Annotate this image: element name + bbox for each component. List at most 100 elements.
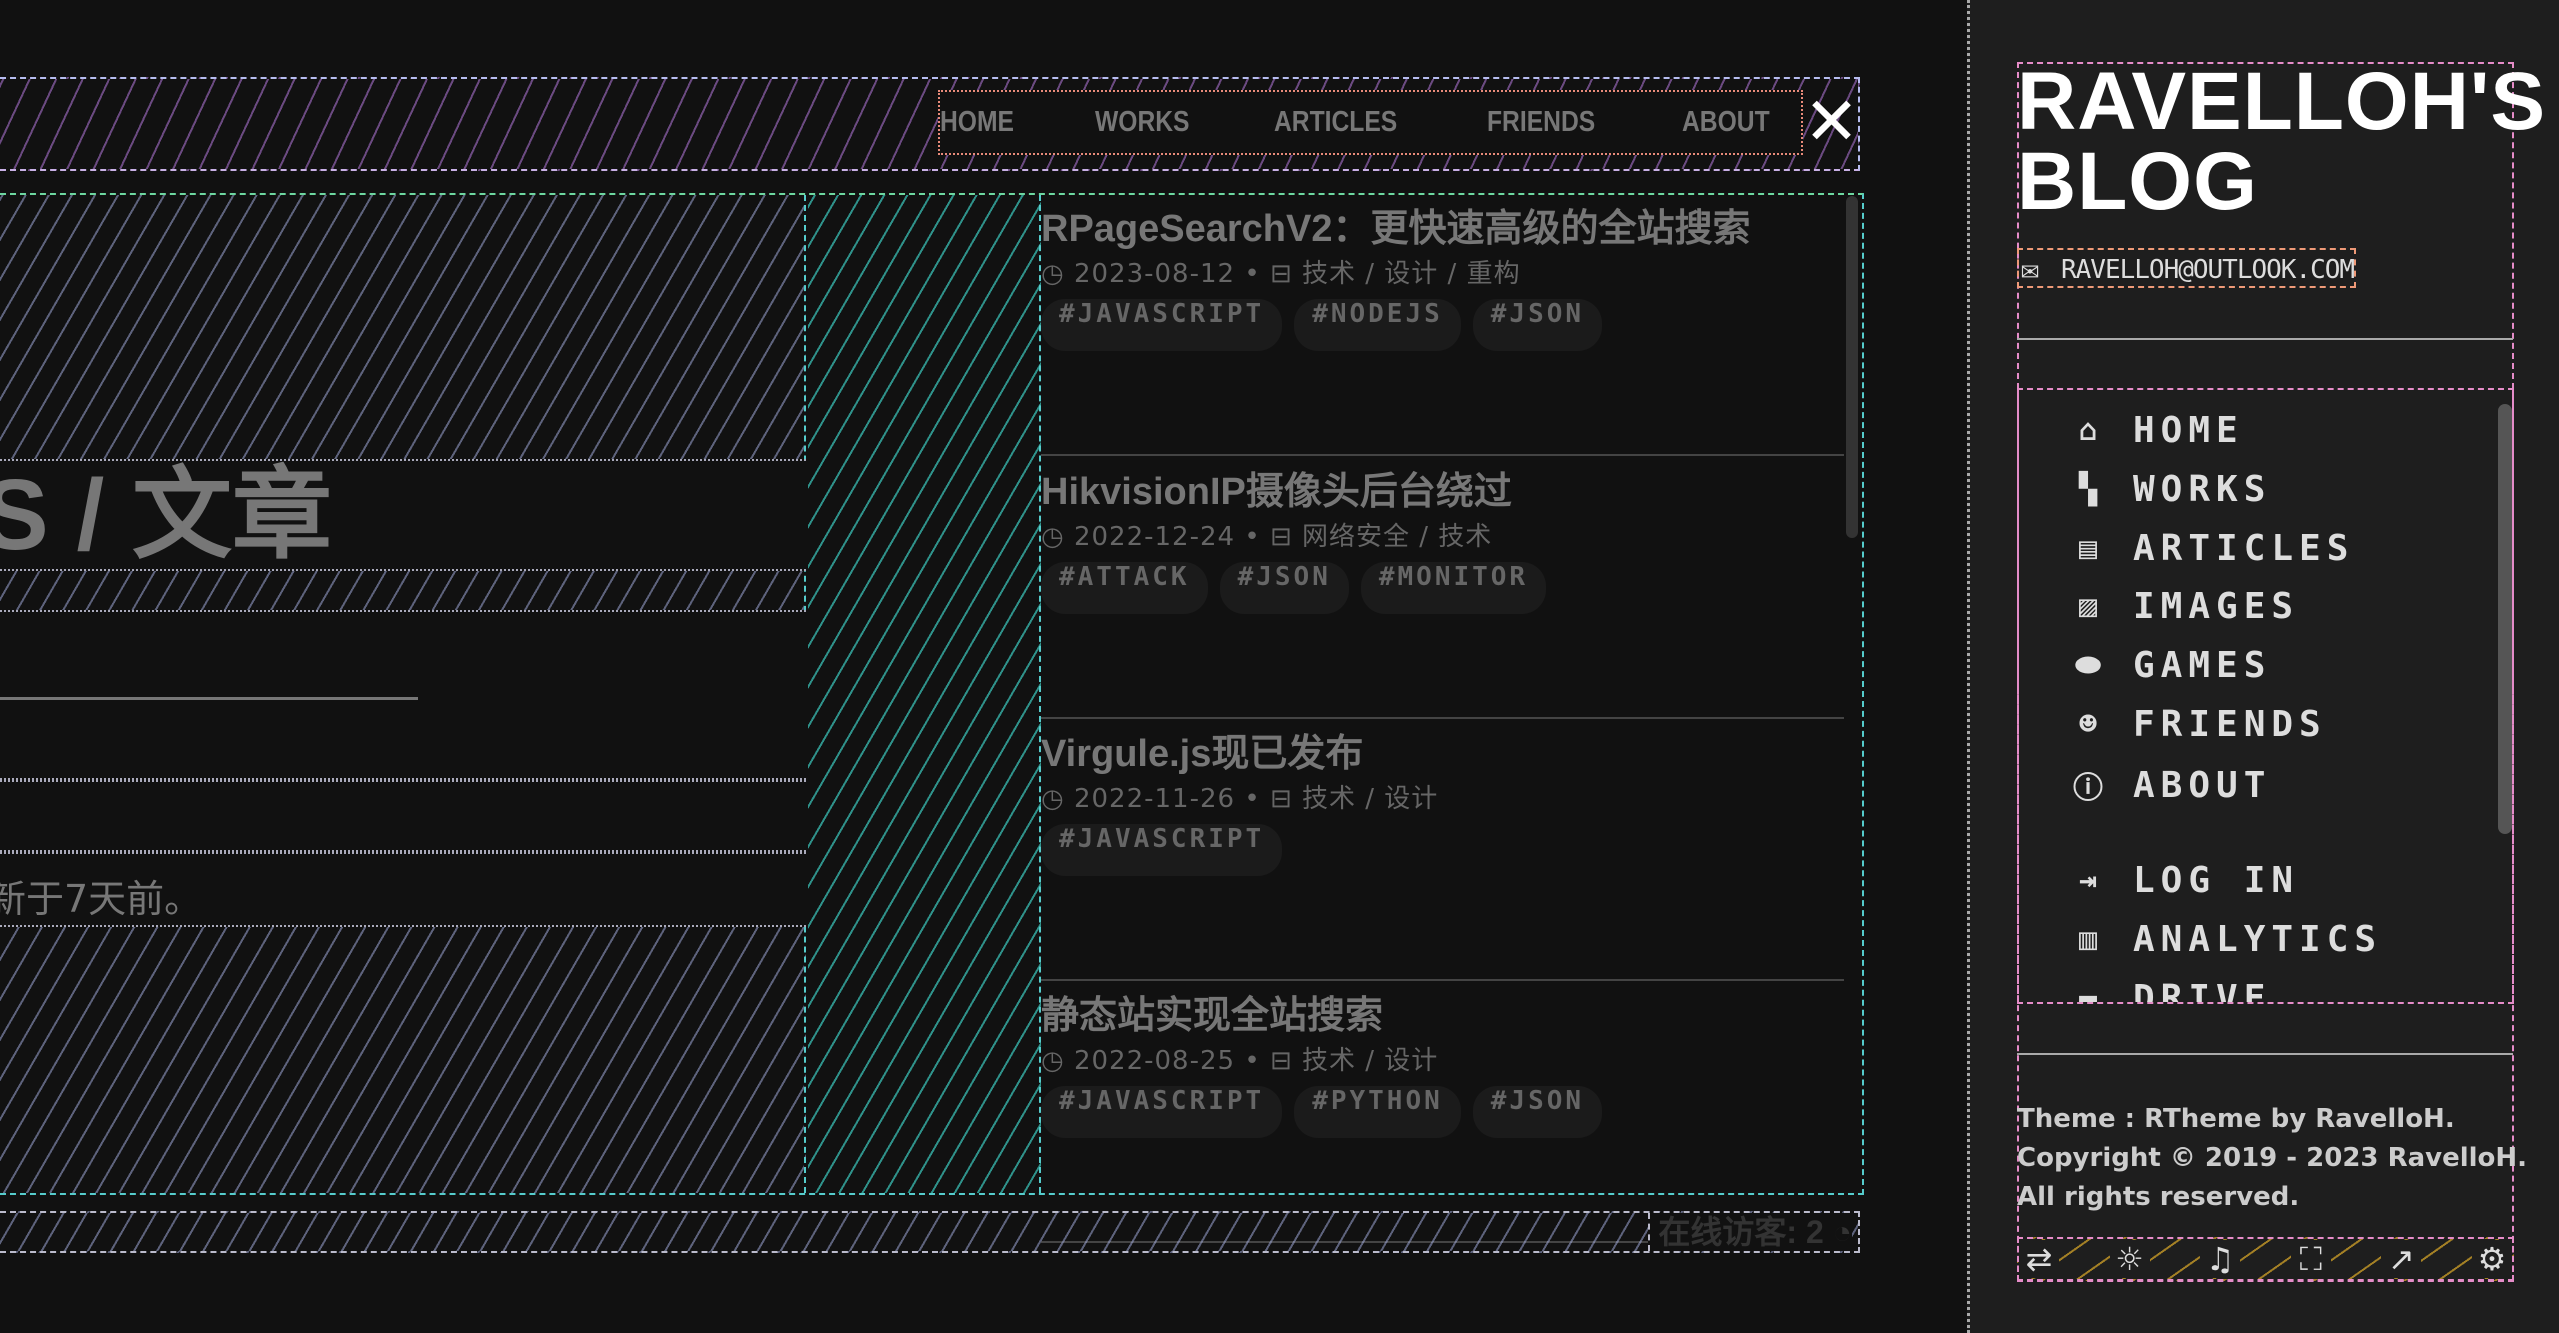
spacer-column <box>808 195 1041 1193</box>
home-icon: ⌂ <box>2078 413 2098 448</box>
menu-label: IMAGES <box>2133 586 2300 627</box>
nav-works[interactable]: WORKS <box>1095 106 1189 139</box>
article-item[interactable]: HikvisionIP摄像头后台绕过 ◷ 2022-12-24 • ⊟ 网络安全… <box>1041 458 1844 719</box>
tag[interactable]: #PYTHON <box>1294 1086 1461 1138</box>
updated-text: 新于7天前。 <box>0 877 203 921</box>
tag[interactable]: #JSON <box>1219 562 1349 614</box>
nav-home[interactable]: HOME <box>940 106 1014 139</box>
article-date: 2023-08-12 <box>1073 259 1236 289</box>
tag[interactable]: #JAVASCRIPT <box>1041 1086 1283 1138</box>
sidebar-item-friends[interactable]: ☻ FRIENDS <box>2071 704 2327 745</box>
article-meta: ◷ 2022-11-26 • ⊟ 技术 / 设计 <box>1041 784 1439 814</box>
tag[interactable]: #JAVASCRIPT <box>1041 299 1283 351</box>
swap-icon[interactable]: ⇄ <box>2019 1240 2059 1278</box>
people-icon: ☻ <box>2078 707 2098 742</box>
article-title[interactable]: RPageSearchV2：更快速高级的全站搜索 <box>1041 197 1751 252</box>
article-meta: ◷ 2023-08-12 • ⊟ 技术 / 设计 / 重构 <box>1041 259 1521 289</box>
nav-articles[interactable]: ARTICLES <box>1274 106 1397 139</box>
updated-box: 新于7天前。 <box>0 852 806 927</box>
gamepad-icon: ⬬ <box>2075 648 2101 683</box>
drive-icon: ▬ <box>2078 981 2098 1004</box>
image-icon: ▨ <box>2078 589 2098 624</box>
folder-icon: ⊟ <box>1269 784 1302 814</box>
menu-label: WORKS <box>2133 469 2272 510</box>
tag[interactable]: #JSON <box>1472 1086 1603 1138</box>
article-category: 技术 / 设计 <box>1302 1046 1439 1076</box>
copyright: Copyright © 2019 - 2023 RavelloH. <box>2017 1143 2528 1173</box>
folder-icon: ⊟ <box>1269 522 1302 552</box>
visitor-count: 在线访客: 2 ◔ <box>1648 1213 1852 1251</box>
menu-label: FRIENDS <box>2133 704 2327 745</box>
tag[interactable]: #JAVASCRIPT <box>1041 824 1283 876</box>
fullscreen-icon[interactable]: ⛶ <box>2290 1239 2331 1279</box>
article-scrollbar[interactable] <box>1846 196 1858 538</box>
sidebar-footer: Theme : RTheme by RavelloH. Copyright © … <box>2017 1100 2527 1217</box>
page-heading: S / 文章 <box>0 459 333 571</box>
article-item[interactable]: RPageSearchV2：更快速高级的全站搜索 ◷ 2023-08-12 • … <box>1041 195 1844 456</box>
menu-label: ABOUT <box>2133 764 2272 806</box>
folder-icon: ⊟ <box>1269 259 1302 289</box>
clock-icon: ◷ <box>1041 259 1074 289</box>
chart-icon: ▥ <box>2078 922 2098 957</box>
article-date: 2022-08-25 <box>1073 1046 1236 1076</box>
music-icon[interactable]: ♫ <box>2200 1240 2241 1278</box>
email-link[interactable]: ✉ RAVELLOH@OUTLOOK.COM <box>2017 248 2357 288</box>
sidebar-item-analytics[interactable]: ▥ ANALYTICS <box>2071 919 2382 960</box>
tag[interactable]: #JSON <box>1472 299 1603 351</box>
settings-icon[interactable]: ⚙ <box>2471 1240 2512 1278</box>
nav-about[interactable]: ABOUT <box>1682 106 1770 139</box>
visitor-count-text: 在线访客: 2 <box>1658 1214 1824 1250</box>
divider <box>2017 1053 2513 1055</box>
article-icon: ▤ <box>2078 531 2098 566</box>
article-category: 技术 / 设计 <box>1302 784 1439 814</box>
theme-credit: Theme : RTheme by RavelloH. <box>2017 1104 2455 1134</box>
article-meta: ◷ 2022-08-25 • ⊟ 技术 / 设计 <box>1041 1046 1439 1076</box>
blog-title[interactable]: RAVELLOH'S BLOG <box>2017 61 2545 223</box>
sidebar-item-login[interactable]: ⇥ LOG IN <box>2071 860 2299 901</box>
close-icon[interactable]: ✕ <box>1803 89 1860 155</box>
grid-icon: ▚ <box>2078 472 2098 507</box>
sidebar-menu: ⌂ HOME ▚ WORKS ▤ ARTICLES ▨ IMAGES ⬬ GAMES ☻ F… <box>2017 388 2514 1004</box>
sidebar-item-home[interactable]: ⌂ HOME <box>2071 410 2244 451</box>
article-title[interactable]: 静态站实现全站搜索 <box>1041 984 1383 1039</box>
loading-icon: ◔ <box>1832 1214 1852 1250</box>
email-text: RAVELLOH@OUTLOOK.COM <box>2061 255 2355 285</box>
article-item[interactable]: Virgule.js现已发布 ◷ 2022-11-26 • ⊟ 技术 / 设计 … <box>1041 720 1844 981</box>
article-category: 网络安全 / 技术 <box>1302 522 1493 552</box>
sidebar-item-games[interactable]: ⬬ GAMES <box>2071 645 2271 686</box>
sidebar-item-works[interactable]: ▚ WORKS <box>2071 469 2271 510</box>
sidebar-item-drive[interactable]: ▬ DRIVE <box>2071 978 2272 1004</box>
article-category: 技术 / 设计 / 重构 <box>1302 259 1521 289</box>
article-date: 2022-11-26 <box>1073 784 1236 814</box>
tag[interactable]: #MONITOR <box>1360 562 1547 614</box>
spacer-box <box>0 780 806 852</box>
article-title[interactable]: Virgule.js现已发布 <box>1041 722 1363 777</box>
sidebar-item-articles[interactable]: ▤ ARTICLES <box>2071 528 2354 569</box>
brightness-icon[interactable]: ☼ <box>2109 1240 2150 1278</box>
external-link-icon[interactable]: ↗ <box>2381 1240 2422 1278</box>
menu-label: DRIVE <box>2133 978 2272 1004</box>
menu-scrollbar[interactable] <box>2498 404 2512 834</box>
nav-friends[interactable]: FRIENDS <box>1487 106 1595 139</box>
info-icon: ⓘ <box>2073 771 2103 806</box>
sidebar-item-about[interactable]: ⓘ ABOUT <box>2071 763 2271 807</box>
login-icon: ⇥ <box>2078 863 2098 898</box>
tag[interactable]: #ATTACK <box>1041 562 1208 614</box>
clock-icon: ◷ <box>1041 522 1074 552</box>
divider <box>2017 338 2513 340</box>
sidebar-item-images[interactable]: ▨ IMAGES <box>2071 586 2299 627</box>
tag[interactable]: #NODEJS <box>1294 299 1461 351</box>
divider <box>0 697 418 700</box>
menu-label: LOG IN <box>2133 860 2300 901</box>
folder-icon: ⊟ <box>1269 1046 1302 1076</box>
footer-bar: 在线访客: 2 ◔ <box>0 1211 1860 1253</box>
article-date: 2022-12-24 <box>1073 522 1236 552</box>
clock-icon: ◷ <box>1041 784 1074 814</box>
sidebar-toolbar: ⇄ ☼ ♫ ⛶ ↗ ⚙ <box>2017 1237 2514 1281</box>
menu-label: GAMES <box>2133 645 2272 686</box>
article-title[interactable]: HikvisionIP摄像头后台绕过 <box>1041 460 1512 515</box>
top-nav: HOME WORKS ARTICLES FRIENDS ABOUT <box>938 90 1803 155</box>
rights: All rights reserved. <box>2017 1182 2300 1212</box>
menu-label: ANALYTICS <box>2133 919 2383 960</box>
article-item[interactable]: 静态站实现全站搜索 ◷ 2022-08-25 • ⊟ 技术 / 设计 #JAVA… <box>1041 982 1844 1243</box>
